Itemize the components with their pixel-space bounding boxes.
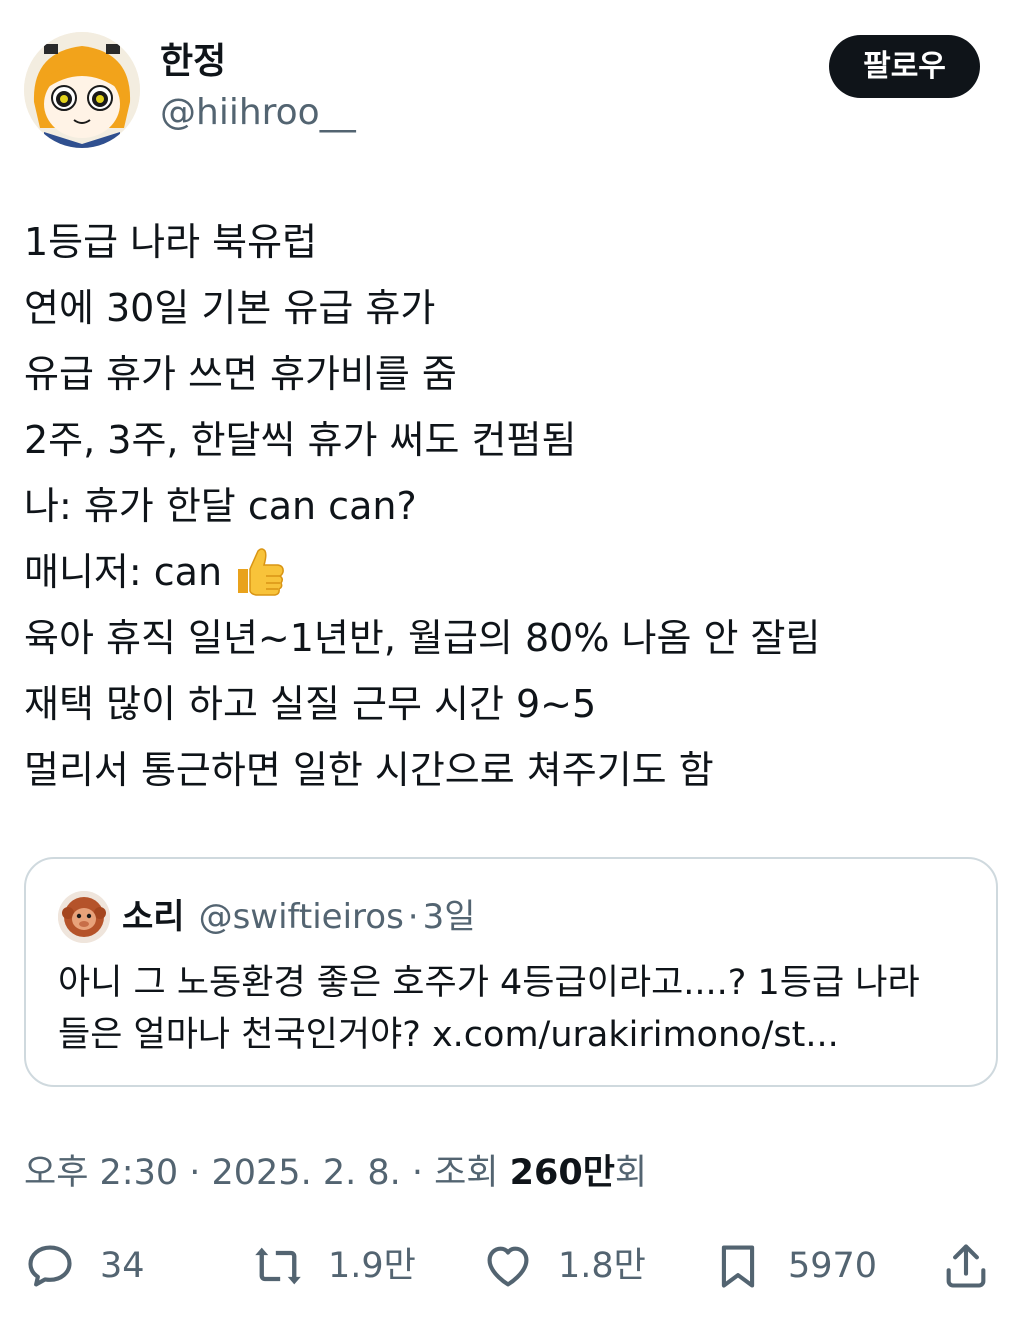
- repost-count: 1.9만: [328, 1246, 416, 1286]
- repost-button[interactable]: 1.9만: [252, 1236, 416, 1296]
- quoted-author-name: 소리: [122, 897, 185, 937]
- action-bar: 34 1.9만 1.8만 5970: [24, 1236, 994, 1296]
- quoted-post[interactable]: 소리 @swiftieiros · 3일 아니 그 노동환경 좋은 호주가 4등급이라…: [24, 857, 998, 1087]
- post-line: 연에 30일 기본 유급 휴가: [24, 286, 436, 330]
- bookmark-icon: [721, 1245, 755, 1288]
- quoted-author-handle: @swiftieiros: [198, 897, 404, 937]
- reply-button[interactable]: 34: [24, 1236, 145, 1296]
- post-line: 멀리서 통근하면 일한 시간으로 쳐주기도 함: [24, 748, 714, 792]
- post-line: 육아 휴직 일년~1년반, 월급의 80% 나옴 안 잘림: [24, 616, 821, 660]
- post-line: 유급 휴가 쓰면 휴가비를 줌: [24, 352, 457, 396]
- quoted-author-avatar[interactable]: [58, 891, 110, 943]
- thumbs-up-icon: [232, 543, 288, 599]
- like-count: 1.8만: [558, 1246, 646, 1286]
- post-line: 1등급 나라 북유럽: [24, 220, 318, 264]
- separator-dot: ·: [407, 897, 419, 937]
- share-button[interactable]: [940, 1236, 992, 1296]
- post-header: 한정 @hiihroo__ 팔로우: [24, 32, 980, 148]
- views-count: 260만: [509, 1153, 615, 1193]
- post-line-text: 매니저: can: [24, 550, 223, 594]
- author-name[interactable]: 한정: [160, 40, 226, 84]
- bookmark-button[interactable]: 5970: [712, 1236, 877, 1296]
- author-handle[interactable]: @hiihroo__: [160, 90, 356, 136]
- repost-icon: [255, 1247, 301, 1285]
- quoted-line: 들은 얼마나 천국인거야? x.com/urakirimono/st...: [58, 1015, 839, 1055]
- like-button[interactable]: 1.8만: [482, 1236, 646, 1296]
- quoted-text: 아니 그 노동환경 좋은 호주가 4등급이라고....? 1등급 나라 들은 얼…: [58, 957, 978, 1061]
- post-text: 1등급 나라 북유럽 연에 30일 기본 유급 휴가 유급 휴가 쓰면 휴가비를…: [24, 209, 994, 803]
- quoted-line: 아니 그 노동환경 좋은 호주가 4등급이라고....? 1등급 나라: [58, 963, 920, 1003]
- post-metadata: 오후 2:30 · 2025. 2. 8. · 조회 260만회: [24, 1150, 647, 1196]
- quoted-header: 소리 @swiftieiros · 3일: [122, 895, 476, 939]
- post-timestamp[interactable]: 오후 2:30 · 2025. 2. 8. · 조회: [24, 1153, 510, 1193]
- heart-icon: [487, 1246, 529, 1287]
- post-line: 재택 많이 하고 실질 근무 시간 9~5: [24, 682, 597, 726]
- reply-count: 34: [100, 1246, 145, 1286]
- quoted-timestamp: 3일: [422, 897, 476, 937]
- reply-icon: [28, 1245, 72, 1287]
- follow-button[interactable]: 팔로우: [829, 35, 980, 98]
- post-line-with-emoji: 매니저: can: [24, 539, 994, 605]
- bookmark-count: 5970: [788, 1246, 878, 1286]
- views-suffix: 회: [614, 1153, 648, 1193]
- author-avatar[interactable]: [24, 32, 140, 148]
- post-line: 2주, 3주, 한달씩 휴가 써도 컨펌됨: [24, 418, 577, 462]
- share-icon: [946, 1244, 986, 1288]
- post-line: 나: 휴가 한달 can can?: [24, 484, 417, 528]
